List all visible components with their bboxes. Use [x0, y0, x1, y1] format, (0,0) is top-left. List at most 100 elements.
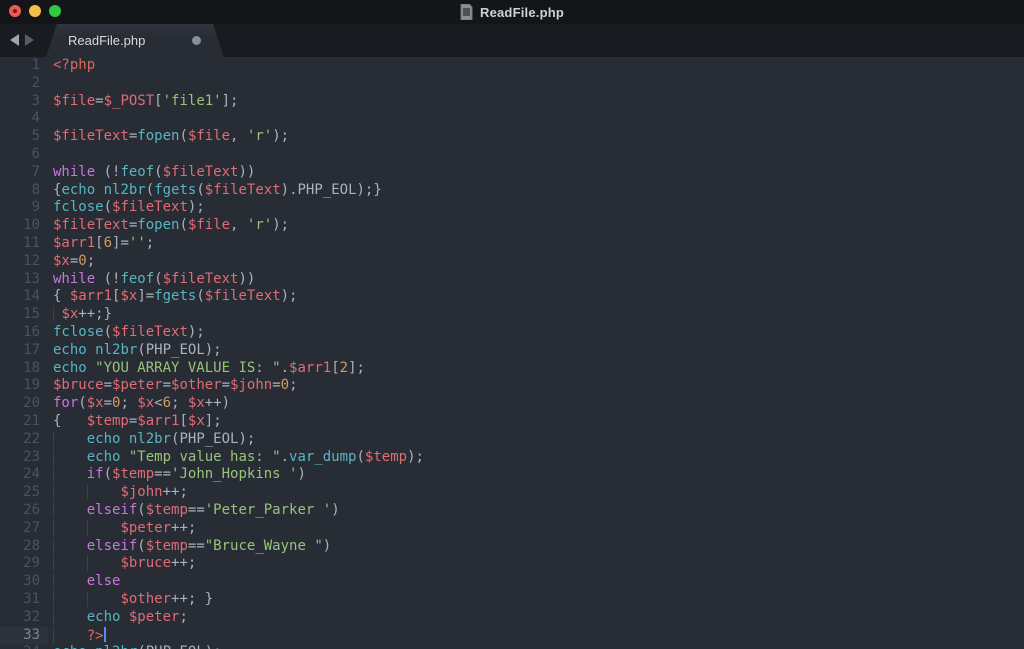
code-line[interactable]: 24 if($temp=='John_Hopkins ') [0, 466, 1024, 484]
line-number[interactable]: 16 [0, 324, 48, 342]
line-number[interactable]: 31 [0, 591, 48, 609]
code-line[interactable]: 16fclose($fileText); [0, 324, 1024, 342]
tab-bar: ReadFile.php [0, 24, 1024, 57]
line-number[interactable]: 2 [0, 75, 48, 93]
code-line[interactable]: 18echo "YOU ARRAY VALUE IS: ".$arr1[2]; [0, 360, 1024, 378]
line-number[interactable]: 20 [0, 395, 48, 413]
code-text: $john++; [48, 484, 1024, 502]
code-line[interactable]: 30 else [0, 573, 1024, 591]
line-number[interactable]: 1 [0, 57, 48, 75]
code-text: echo $peter; [48, 609, 1024, 627]
code-line[interactable]: 31 $other++; } [0, 591, 1024, 609]
code-line[interactable]: 12$x=0; [0, 253, 1024, 271]
line-number[interactable]: 32 [0, 609, 48, 627]
text-cursor [104, 627, 106, 642]
code-text: $arr1[6]=''; [48, 235, 1024, 253]
line-number[interactable]: 19 [0, 377, 48, 395]
code-text: fclose($fileText); [48, 324, 1024, 342]
code-text: <?php [48, 57, 1024, 75]
code-line[interactable]: 25 $john++; [0, 484, 1024, 502]
line-number[interactable]: 7 [0, 164, 48, 182]
document-icon [460, 4, 473, 20]
code-line[interactable]: 4 [0, 110, 1024, 128]
line-number[interactable]: 26 [0, 502, 48, 520]
code-text: echo nl2br(PHP_EOL); [48, 431, 1024, 449]
code-text [48, 75, 1024, 93]
code-line[interactable]: 9fclose($fileText); [0, 199, 1024, 217]
code-line[interactable]: 22 echo nl2br(PHP_EOL); [0, 431, 1024, 449]
code-editor[interactable]: 1<?php23$file=$_POST['file1'];45$fileTex… [0, 57, 1024, 649]
line-number[interactable]: 27 [0, 520, 48, 538]
code-line[interactable]: 3$file=$_POST['file1']; [0, 93, 1024, 111]
code-text [48, 146, 1024, 164]
code-line[interactable]: 33 ?> [0, 627, 1024, 645]
line-number[interactable]: 22 [0, 431, 48, 449]
line-number[interactable]: 34 [0, 644, 48, 649]
code-text: if($temp=='John_Hopkins ') [48, 466, 1024, 484]
line-number[interactable]: 10 [0, 217, 48, 235]
line-number[interactable]: 4 [0, 110, 48, 128]
line-number[interactable]: 18 [0, 360, 48, 378]
code-line[interactable]: 28 elseif($temp=="Bruce_Wayne ") [0, 538, 1024, 556]
code-line[interactable]: 27 $peter++; [0, 520, 1024, 538]
code-line[interactable]: 6 [0, 146, 1024, 164]
code-line[interactable]: 11$arr1[6]=''; [0, 235, 1024, 253]
code-text [48, 110, 1024, 128]
line-number[interactable]: 13 [0, 271, 48, 289]
code-text: $x++;} [48, 306, 1024, 324]
code-line[interactable]: 34echo nl2br(PHP_EOL); [0, 644, 1024, 649]
code-line[interactable]: 29 $bruce++; [0, 555, 1024, 573]
code-line[interactable]: 10$fileText=fopen($file, 'r'); [0, 217, 1024, 235]
line-number[interactable]: 15 [0, 306, 48, 324]
code-line[interactable]: 32 echo $peter; [0, 609, 1024, 627]
code-line[interactable]: 13while (!feof($fileText)) [0, 271, 1024, 289]
tab-readfile[interactable]: ReadFile.php [46, 24, 224, 57]
code-text: ?> [48, 627, 1024, 645]
line-number[interactable]: 29 [0, 555, 48, 573]
code-line[interactable]: 5$fileText=fopen($file, 'r'); [0, 128, 1024, 146]
code-line[interactable]: 15 $x++;} [0, 306, 1024, 324]
code-text: $bruce=$peter=$other=$john=0; [48, 377, 1024, 395]
code-text: {echo nl2br(fgets($fileText).PHP_EOL);} [48, 182, 1024, 200]
line-number[interactable]: 17 [0, 342, 48, 360]
code-text: else [48, 573, 1024, 591]
tab-modified-dot[interactable] [192, 36, 201, 45]
line-number[interactable]: 33 [0, 627, 48, 645]
code-text: $fileText=fopen($file, 'r'); [48, 128, 1024, 146]
code-text: echo "YOU ARRAY VALUE IS: ".$arr1[2]; [48, 360, 1024, 378]
code-line[interactable]: 14{ $arr1[$x]=fgets($fileText); [0, 288, 1024, 306]
line-number[interactable]: 5 [0, 128, 48, 146]
code-line[interactable]: 2 [0, 75, 1024, 93]
code-line[interactable]: 8{echo nl2br(fgets($fileText).PHP_EOL);} [0, 182, 1024, 200]
code-line[interactable]: 17echo nl2br(PHP_EOL); [0, 342, 1024, 360]
line-number[interactable]: 28 [0, 538, 48, 556]
code-line[interactable]: 26 elseif($temp=='Peter_Parker ') [0, 502, 1024, 520]
line-number[interactable]: 30 [0, 573, 48, 591]
code-line[interactable]: 7while (!feof($fileText)) [0, 164, 1024, 182]
code-line[interactable]: 21{ $temp=$arr1[$x]; [0, 413, 1024, 431]
line-number[interactable]: 11 [0, 235, 48, 253]
code-line[interactable]: 20for($x=0; $x<6; $x++) [0, 395, 1024, 413]
code-text: $other++; } [48, 591, 1024, 609]
code-line[interactable]: 23 echo "Temp value has: ".var_dump($tem… [0, 449, 1024, 467]
line-number[interactable]: 21 [0, 413, 48, 431]
code-line[interactable]: 19$bruce=$peter=$other=$john=0; [0, 377, 1024, 395]
code-text: $bruce++; [48, 555, 1024, 573]
line-number[interactable]: 3 [0, 93, 48, 111]
line-number[interactable]: 25 [0, 484, 48, 502]
code-text: echo nl2br(PHP_EOL); [48, 644, 1024, 649]
line-number[interactable]: 8 [0, 182, 48, 200]
line-number[interactable]: 24 [0, 466, 48, 484]
line-number[interactable]: 14 [0, 288, 48, 306]
code-text: while (!feof($fileText)) [48, 164, 1024, 182]
code-line[interactable]: 1<?php [0, 57, 1024, 75]
line-number[interactable]: 23 [0, 449, 48, 467]
tab-label: ReadFile.php [68, 24, 145, 57]
back-arrow-icon[interactable] [10, 34, 19, 46]
line-number[interactable]: 12 [0, 253, 48, 271]
line-number[interactable]: 6 [0, 146, 48, 164]
window-title: ReadFile.php [480, 5, 564, 20]
forward-arrow-icon[interactable] [25, 34, 34, 46]
line-number[interactable]: 9 [0, 199, 48, 217]
code-text: echo "Temp value has: ".var_dump($temp); [48, 449, 1024, 467]
